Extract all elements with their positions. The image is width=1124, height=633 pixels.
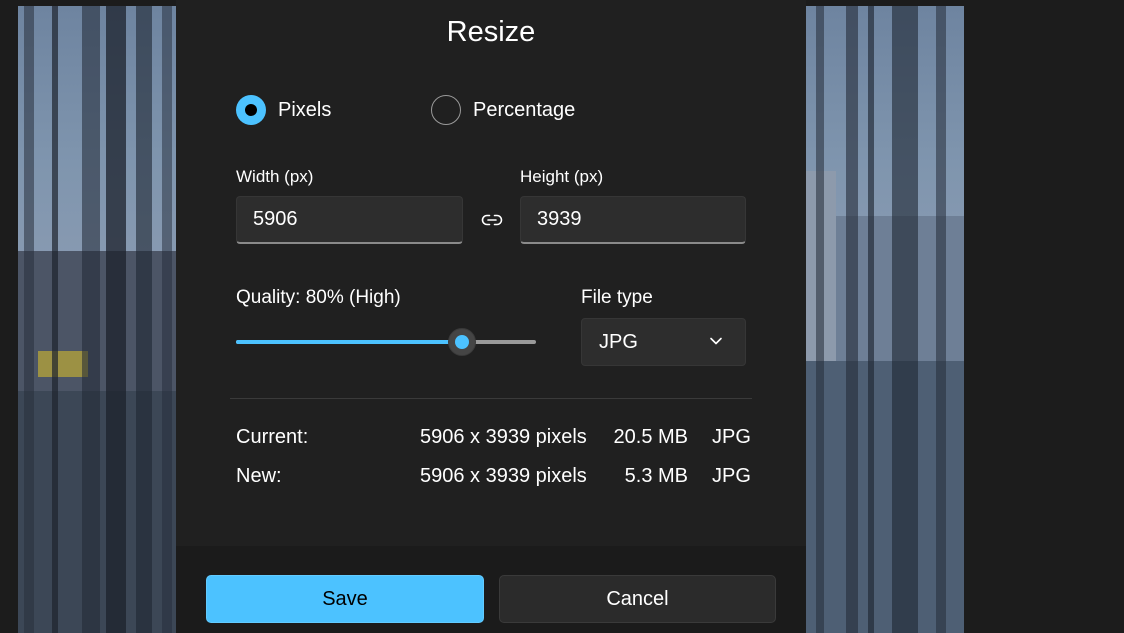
percentage-radio-option[interactable]: Percentage bbox=[431, 95, 575, 125]
height-input[interactable]: 3939 bbox=[520, 196, 746, 244]
new-dimensions: 5906 x 3939 pixels bbox=[420, 465, 587, 487]
link-icon[interactable] bbox=[480, 208, 504, 232]
percentage-radio-label: Percentage bbox=[473, 98, 576, 121]
quality-slider-fill bbox=[236, 340, 462, 344]
pixels-radio-option[interactable]: Pixels bbox=[236, 95, 331, 125]
new-format: JPG bbox=[712, 465, 751, 487]
current-dimensions: 5906 x 3939 pixels bbox=[420, 426, 587, 448]
chevron-down-icon bbox=[710, 337, 722, 345]
file-type-dropdown[interactable]: JPG bbox=[581, 318, 746, 366]
width-label: Width (px) bbox=[236, 167, 314, 186]
current-label: Current: bbox=[236, 426, 309, 448]
new-size: 5.3 MB bbox=[624, 465, 688, 487]
current-format: JPG bbox=[712, 426, 751, 448]
dialog-title: Resize bbox=[446, 16, 536, 48]
pixels-radio-button[interactable] bbox=[236, 95, 266, 125]
divider bbox=[230, 398, 752, 399]
quality-slider[interactable] bbox=[236, 340, 536, 344]
save-button[interactable]: Save bbox=[206, 575, 484, 623]
cancel-button[interactable]: Cancel bbox=[499, 575, 776, 623]
percentage-radio-button[interactable] bbox=[431, 95, 461, 125]
background-photo-left bbox=[18, 6, 176, 633]
app-window: Resize Pixels Percentage Width (px) 5906… bbox=[0, 0, 1124, 633]
quality-label: Quality: 80% (High) bbox=[236, 287, 401, 308]
file-type-label: File type bbox=[581, 287, 653, 308]
resize-dialog: Resize Pixels Percentage Width (px) 5906… bbox=[176, 0, 806, 633]
height-label: Height (px) bbox=[520, 167, 604, 186]
pixels-radio-label: Pixels bbox=[278, 98, 332, 121]
quality-slider-thumb[interactable] bbox=[448, 328, 476, 356]
new-label: New: bbox=[236, 465, 282, 487]
current-size: 20.5 MB bbox=[613, 426, 688, 448]
background-photo-right bbox=[806, 6, 964, 633]
width-input[interactable]: 5906 bbox=[236, 196, 463, 244]
file-type-value: JPG bbox=[599, 331, 638, 353]
